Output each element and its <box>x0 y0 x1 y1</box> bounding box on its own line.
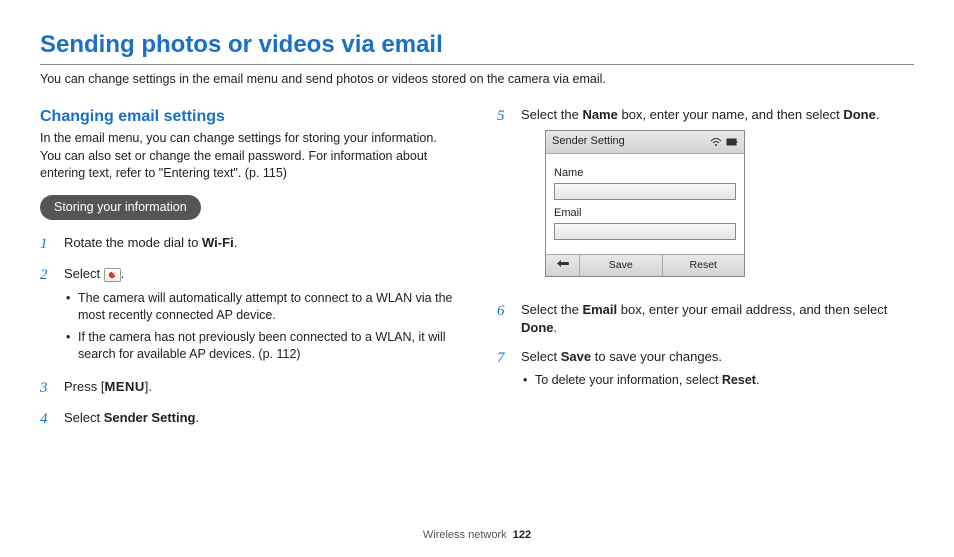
bold-term: Done <box>843 107 876 122</box>
step-number: 6 <box>497 301 511 337</box>
step-number: 2 <box>40 265 54 367</box>
step-text: To delete your information, select <box>535 373 722 387</box>
subheading: Changing email settings <box>40 106 457 128</box>
step-2: 2 Select . The camera will automatically… <box>40 265 457 367</box>
step-1: 1 Rotate the mode dial to Wi-Fi. <box>40 234 457 255</box>
step-body: Select Sender Setting. <box>64 409 457 430</box>
step-text: . <box>876 107 880 122</box>
two-column-layout: Changing email settings In the email men… <box>40 106 914 440</box>
page-intro: You can change settings in the email men… <box>40 71 914 89</box>
bold-term: Sender Setting <box>104 410 196 425</box>
substeps: The camera will automatically attempt to… <box>64 290 457 364</box>
step-text: ]. <box>145 379 152 394</box>
step-body: Select the Email box, enter your email a… <box>521 301 914 337</box>
panel-body: Name Email <box>546 154 744 255</box>
wifi-label-icon: Wi-Fi <box>202 235 234 250</box>
step-text: Select <box>64 410 104 425</box>
save-button[interactable]: Save <box>580 255 663 276</box>
step-text: . <box>196 410 200 425</box>
step-number: 3 <box>40 378 54 399</box>
step-body: Select the Name box, enter your name, an… <box>521 106 914 291</box>
panel-footer: Save Reset <box>546 254 744 276</box>
email-field[interactable] <box>554 223 736 240</box>
step-text: box, enter your email address, and then … <box>617 302 887 317</box>
step-text: . <box>234 235 238 250</box>
right-column: 5 Select the Name box, enter your name, … <box>497 106 914 440</box>
battery-icon <box>726 137 738 147</box>
bold-term: Email <box>582 302 617 317</box>
step-text: Select the <box>521 107 582 122</box>
substep: To delete your information, select Reset… <box>521 372 914 390</box>
menu-button-label: MENU <box>104 379 144 394</box>
step-text: . <box>756 373 759 387</box>
section-pill: Storing your information <box>40 195 201 221</box>
substeps: To delete your information, select Reset… <box>521 372 914 390</box>
page-title: Sending photos or videos via email <box>40 28 914 62</box>
step-7: 7 Select Save to save your changes. To d… <box>497 348 914 394</box>
back-button[interactable] <box>546 255 580 276</box>
step-3: 3 Press [MENU]. <box>40 378 457 399</box>
page-footer: Wireless network 122 <box>0 528 954 543</box>
step-number: 4 <box>40 409 54 430</box>
panel-titlebar: Sender Setting <box>546 131 744 153</box>
step-text: Press [ <box>64 379 104 394</box>
step-body: Press [MENU]. <box>64 378 457 399</box>
bold-term: Save <box>561 349 591 364</box>
step-number: 5 <box>497 106 511 291</box>
step-text: box, enter your name, and then select <box>618 107 843 122</box>
step-6: 6 Select the Email box, enter your email… <box>497 301 914 337</box>
name-field[interactable] <box>554 183 736 200</box>
footer-section: Wireless network <box>423 529 507 541</box>
footer-page-number: 122 <box>513 529 531 541</box>
panel-status-icons <box>710 137 738 147</box>
email-app-icon <box>104 268 121 282</box>
email-label: Email <box>554 206 736 221</box>
reset-button[interactable]: Reset <box>663 255 745 276</box>
step-body: Select Save to save your changes. To del… <box>521 348 914 394</box>
name-label: Name <box>554 166 736 181</box>
sender-setting-panel: Sender Setting Name Email <box>545 130 745 277</box>
steps-list-left: 1 Rotate the mode dial to Wi-Fi. 2 Selec… <box>40 234 457 429</box>
panel-title: Sender Setting <box>552 134 625 149</box>
step-text: Rotate the mode dial to <box>64 235 202 250</box>
bold-term: Reset <box>722 373 756 387</box>
substep: The camera will automatically attempt to… <box>64 290 457 325</box>
step-body: Select . The camera will automatically a… <box>64 265 457 367</box>
step-text: Select <box>521 349 561 364</box>
step-text: Select the <box>521 302 582 317</box>
step-number: 7 <box>497 348 511 394</box>
step-text: to save your changes. <box>591 349 722 364</box>
substep: If the camera has not previously been co… <box>64 329 457 364</box>
step-5: 5 Select the Name box, enter your name, … <box>497 106 914 291</box>
step-number: 1 <box>40 234 54 255</box>
left-column: Changing email settings In the email men… <box>40 106 457 440</box>
step-text: Select <box>64 266 104 281</box>
step-4: 4 Select Sender Setting. <box>40 409 457 430</box>
steps-list-right: 5 Select the Name box, enter your name, … <box>497 106 914 393</box>
step-text: . <box>554 320 558 335</box>
bold-term: Done <box>521 320 554 335</box>
bold-term: Name <box>582 107 617 122</box>
wifi-icon <box>710 137 722 147</box>
subheading-intro: In the email menu, you can change settin… <box>40 130 457 183</box>
step-body: Rotate the mode dial to Wi-Fi. <box>64 234 457 255</box>
step-text: . <box>121 266 125 281</box>
title-rule <box>40 64 914 65</box>
